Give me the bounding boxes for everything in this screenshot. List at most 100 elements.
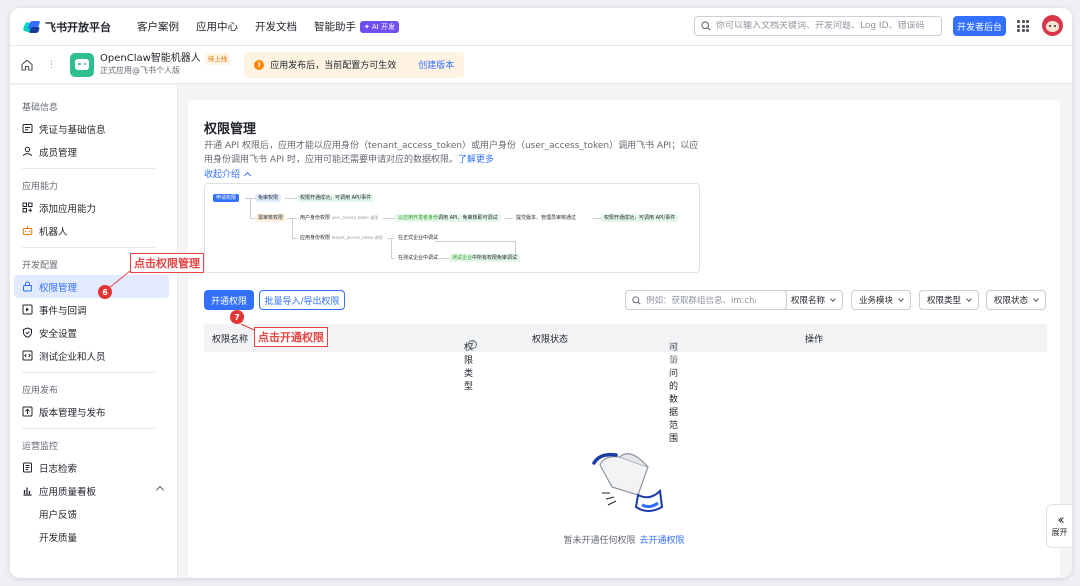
bar-chart-icon (22, 485, 33, 496)
annotation-label-7: 点击开通权限 (254, 327, 328, 347)
filter-permission-status[interactable]: 权限状态 (986, 290, 1047, 310)
sidebar-item-feedback[interactable]: 用户反馈 (10, 502, 173, 525)
global-search-input[interactable] (716, 21, 931, 31)
permission-flow-diagram: 申请权限 免审权限 权限开通成功，可调用 API/事件 需审核权限 用户身份权限… (204, 183, 700, 273)
chevron-right-icon: › (669, 340, 673, 350)
flow-free-result: 权限开通成功，可调用 API/事件 (297, 194, 375, 202)
double-chevron-left-icon: ‹‹ (1057, 512, 1065, 528)
sidebar-item-label: 日志检索 (39, 463, 78, 475)
sidebar-section-release: 应用发布 (22, 385, 59, 396)
annotation-label-6: 点击权限管理 (130, 253, 204, 273)
brand-logo[interactable]: 飞书开放平台 (22, 19, 111, 35)
sidebar-item-dev-quality[interactable]: 开发质量 (10, 525, 173, 548)
apps-icon (22, 202, 33, 213)
ai-badge: ✦ AI 开发 (360, 20, 399, 33)
upload-icon (22, 406, 33, 417)
collapse-label: 收起介绍 (204, 170, 241, 180)
developer-console-button[interactable]: 开发者后台 (953, 16, 1006, 36)
filter-label: 权限状态 (994, 296, 1029, 306)
status-badge: 待上线 (204, 52, 231, 65)
user-icon (22, 146, 33, 157)
sidebar-section-ops: 运营监控 (22, 441, 59, 452)
sidebar-item-add-capability[interactable]: 添加应用能力 (10, 196, 173, 219)
shield-icon (22, 327, 33, 338)
filter-permission-name[interactable]: 权限名称 (784, 290, 844, 310)
filter-permission-type[interactable]: 权限类型 (919, 290, 980, 310)
app-window: 飞书开放平台 客户案例 应用中心 开发文档 智能助手 ✦AI 开发 开发者后台 … (10, 8, 1072, 578)
go-enable-link[interactable]: 去开通权限 (640, 536, 685, 546)
flow-free: 免审权限 (255, 194, 282, 202)
sidebar-item-permissions[interactable]: 权限管理 (14, 275, 169, 298)
filter-label: 业务模块 (859, 296, 894, 306)
home-icon[interactable] (20, 58, 34, 72)
global-search[interactable] (694, 16, 942, 36)
col-permission-name: 权限名称 (212, 335, 249, 345)
sidebar-divider (22, 428, 155, 429)
sidebar-item-events[interactable]: 事件与回调 (10, 298, 173, 321)
flow-user-identity: 用户身份权限 user_access_token 调用 (300, 215, 379, 221)
chevron-down-icon (966, 295, 972, 302)
chevron-up-icon (243, 171, 252, 179)
learn-more-link[interactable]: 了解更多 (458, 155, 494, 165)
sidebar-item-versions[interactable]: 版本管理与发布 (10, 400, 173, 423)
enable-permission-button[interactable]: 开通权限 (204, 290, 254, 310)
create-version-link[interactable]: 创建版本 (418, 58, 454, 71)
collapse-intro-button[interactable]: 收起介绍 (204, 167, 252, 180)
sidebar-item-quality[interactable]: 应用质量看板 (10, 479, 173, 502)
filter-label: 权限名称 (791, 296, 826, 306)
sidebar-divider (22, 168, 155, 169)
app-header-bar: ⋮ OpenClaw智能机器人 待上线 正式应用@飞书个人版 ! 应用发布后，当前… (10, 46, 1072, 84)
top-bar: 飞书开放平台 客户案例 应用中心 开发文档 智能助手 ✦AI 开发 开发者后台 (10, 8, 1072, 46)
flow-review: 需审核权限 (255, 214, 287, 222)
annotation-badge-6: 6 (98, 285, 112, 299)
sidebar-item-label: 版本管理与发布 (39, 407, 106, 419)
expand-label: 展开 (1051, 527, 1068, 537)
nav-dev-docs[interactable]: 开发文档 (255, 19, 297, 34)
filter-label: 权限类型 (927, 296, 962, 306)
app-info[interactable]: OpenClaw智能机器人 待上线 正式应用@飞书个人版 (100, 52, 231, 77)
nav-ai-assistant-label: 智能助手 (314, 21, 356, 33)
sidebar-item-security[interactable]: 安全设置 (10, 321, 173, 344)
annotation-badge-7: 7 (230, 310, 244, 324)
more-vertical-icon[interactable]: ⋮ (47, 60, 56, 70)
search-placeholder: 例如：获取群组信息、im:cha... (646, 296, 756, 306)
nav-app-center[interactable]: 应用中心 (196, 19, 238, 34)
permissions-table-header: 权限名称 权限类型? 权限状态 可访问的数据范围 配置 › 操作 (204, 324, 1047, 444)
flow-apply: 申请权限 (213, 194, 240, 202)
help-icon[interactable]: ? (468, 340, 477, 349)
flow-user-result: 以应用开发者身份调用 API、免审核即可调试 (395, 214, 501, 222)
nav-customer-cases[interactable]: 客户案例 (137, 19, 179, 34)
sidebar-item-label: 添加应用能力 (39, 203, 97, 215)
log-icon (22, 462, 33, 473)
sidebar-item-label: 安全设置 (39, 328, 78, 340)
sidebar-item-test-tenants[interactable]: 测试企业和人员 (10, 344, 173, 367)
chevron-down-icon (1033, 295, 1039, 302)
permission-search-input[interactable]: 例如：获取群组信息、im:cha... (625, 290, 787, 310)
user-avatar[interactable] (1042, 15, 1063, 36)
expand-panel-button[interactable]: ‹‹ 展开 (1046, 504, 1072, 548)
batch-import-export-button[interactable]: 批量导入/导出权限 (259, 290, 345, 310)
flow-app-identity: 应用身份权限 tenant_access_token 调用 (300, 235, 383, 241)
sidebar-item-members[interactable]: 成员管理 (10, 140, 173, 163)
sparkle-icon: ✦ (364, 22, 370, 31)
sidebar-item-bot[interactable]: 机器人 (10, 219, 173, 242)
sidebar-divider (22, 247, 155, 248)
publish-notice: ! 应用发布后，当前配置方可生效 创建版本 (244, 51, 465, 78)
robot-icon (70, 52, 94, 77)
feishu-logo-icon (22, 20, 41, 34)
ai-badge-label: AI 开发 (371, 22, 395, 31)
sidebar-item-credentials[interactable]: 凭证与基础信息 (10, 117, 173, 140)
sidebar-item-label: 成员管理 (39, 147, 78, 159)
empty-box-illustration (592, 452, 664, 512)
event-icon (22, 304, 33, 315)
description-text: 开通 API 权限后，应用才能以应用身份（tenant_access_token… (204, 141, 699, 165)
sidebar-item-logs[interactable]: 日志检索 (10, 456, 173, 479)
chevron-up-icon[interactable] (155, 485, 165, 495)
app-grid-icon[interactable] (1017, 20, 1029, 32)
app-subtitle: 正式应用@飞书个人版 (100, 65, 180, 75)
warning-icon: ! (254, 59, 265, 70)
filter-business-module[interactable]: 业务模块 (851, 290, 912, 310)
nav-ai-assistant[interactable]: 智能助手 ✦ AI 开发 (314, 19, 399, 34)
flow-submit: 提交版本、管理员审核通过 (516, 215, 577, 221)
sidebar-item-label: 测试企业和人员 (39, 351, 106, 363)
